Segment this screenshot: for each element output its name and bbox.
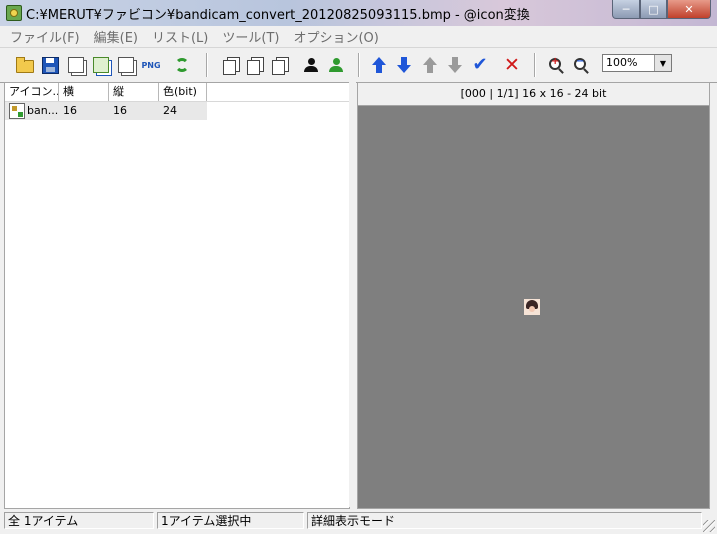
list-item-height: 16 [113,104,127,117]
move-bottom-button[interactable] [445,55,465,75]
column-header-bits[interactable]: 色(bit) [159,83,207,101]
icon-export-icon [93,57,109,73]
refresh-button[interactable] [172,55,192,75]
list-item-name-cell: ban... [5,102,59,120]
title-bar[interactable]: C:¥MERUT¥ファビコン¥bandicam_convert_20120825… [0,0,717,27]
delete-button[interactable]: ✕ [502,55,522,75]
menu-options[interactable]: オプション(O) [286,27,385,46]
list-item-bits: 24 [163,104,177,117]
save-all-button[interactable] [66,55,86,75]
menu-file[interactable]: ファイル(F) [0,27,87,46]
arrow-top-icon [422,57,438,73]
preview-info: [000 | 1/1] 16 x 16 - 24 bit [358,83,709,106]
minimize-button[interactable]: ─ [612,0,640,19]
zoom-out-sign: − [576,56,585,67]
zoom-level-value: 100% [606,56,638,69]
menu-bar: ファイル(F) 編集(E) リスト(L) ツール(T) オプション(O) [0,26,717,46]
save-button[interactable] [40,55,60,75]
maximize-button[interactable]: □ [640,0,667,19]
status-view-mode: 詳細表示モード [307,512,702,529]
window-title: C:¥MERUT¥ファビコン¥bandicam_convert_20120825… [26,8,530,23]
status-selected-items: 1アイテム選択中 [157,512,304,529]
export-png-button[interactable]: PNG [141,55,161,75]
move-up-button[interactable] [369,55,389,75]
zoom-level-select[interactable]: 100% ▼ [602,54,672,72]
toolbar-separator [358,53,360,77]
stacked-pages-icon [68,57,84,73]
arrow-down-icon [396,57,412,73]
app-window: C:¥MERUT¥ファビコン¥bandicam_convert_20120825… [0,0,717,534]
paste-button[interactable] [241,55,261,75]
zoom-out-icon: − [574,56,586,70]
paste-icon [246,59,260,75]
toolbar-separator [206,53,208,77]
png-icon: PNG [141,60,161,70]
pane-splitter[interactable] [349,82,356,507]
copy-button[interactable] [217,55,237,75]
move-down-button[interactable] [394,55,414,75]
refresh-icon [175,58,189,72]
column-header-width[interactable]: 横 [59,83,109,101]
resize-grip[interactable] [703,520,715,532]
open-button[interactable] [15,55,35,75]
list-item-width: 16 [63,104,77,117]
list-item-name: ban... [27,104,59,117]
app-icon[interactable] [6,5,22,21]
icon-list[interactable]: アイコン... 横 縦 色(bit) ban... 16 16 24 [4,82,350,509]
image-file-icon [9,103,25,119]
confirm-button[interactable]: ✔ [470,55,490,75]
transparency-button[interactable] [326,55,346,75]
delete-icon: ✕ [504,54,520,76]
preview-pane: [000 | 1/1] 16 x 16 - 24 bit [357,82,710,509]
toolbar-separator [534,53,536,77]
duplicate-button[interactable] [266,55,286,75]
window-controls: ─ □ ✕ [612,0,711,19]
check-icon: ✔ [472,54,488,75]
menu-tools[interactable]: ツール(T) [215,27,286,46]
export-cursor-button[interactable] [116,55,136,75]
arrow-up-icon [371,57,387,73]
cursor-export-icon [118,57,134,73]
preview-image [524,299,540,315]
zoom-in-icon: + [549,56,561,70]
floppy-disk-icon [41,56,59,74]
folder-open-icon [16,57,34,73]
copy-icon [222,59,236,75]
list-header: アイコン... 横 縦 色(bit) [5,83,349,102]
move-top-button[interactable] [420,55,440,75]
export-icon-button[interactable] [91,55,111,75]
menu-list[interactable]: リスト(L) [145,27,215,46]
list-item[interactable]: ban... 16 16 24 [5,102,207,120]
close-button[interactable]: ✕ [667,0,711,19]
person-black-icon [303,57,319,73]
person-green-icon [328,57,344,73]
column-header-icon[interactable]: アイコン... [5,83,59,101]
zoom-in-sign: + [551,56,560,67]
mask-button[interactable] [301,55,321,75]
status-total-items: 全 1アイテム [4,512,154,529]
chevron-down-icon[interactable]: ▼ [654,55,671,71]
duplicate-icon [271,59,285,75]
zoom-in-button[interactable]: + [546,55,566,75]
column-header-height[interactable]: 縦 [109,83,159,101]
arrow-bottom-icon [447,57,463,73]
menu-edit[interactable]: 編集(E) [87,27,145,46]
zoom-out-button[interactable]: − [571,55,591,75]
status-bar: 全 1アイテム 1アイテム選択中 詳細表示モード [0,510,717,534]
